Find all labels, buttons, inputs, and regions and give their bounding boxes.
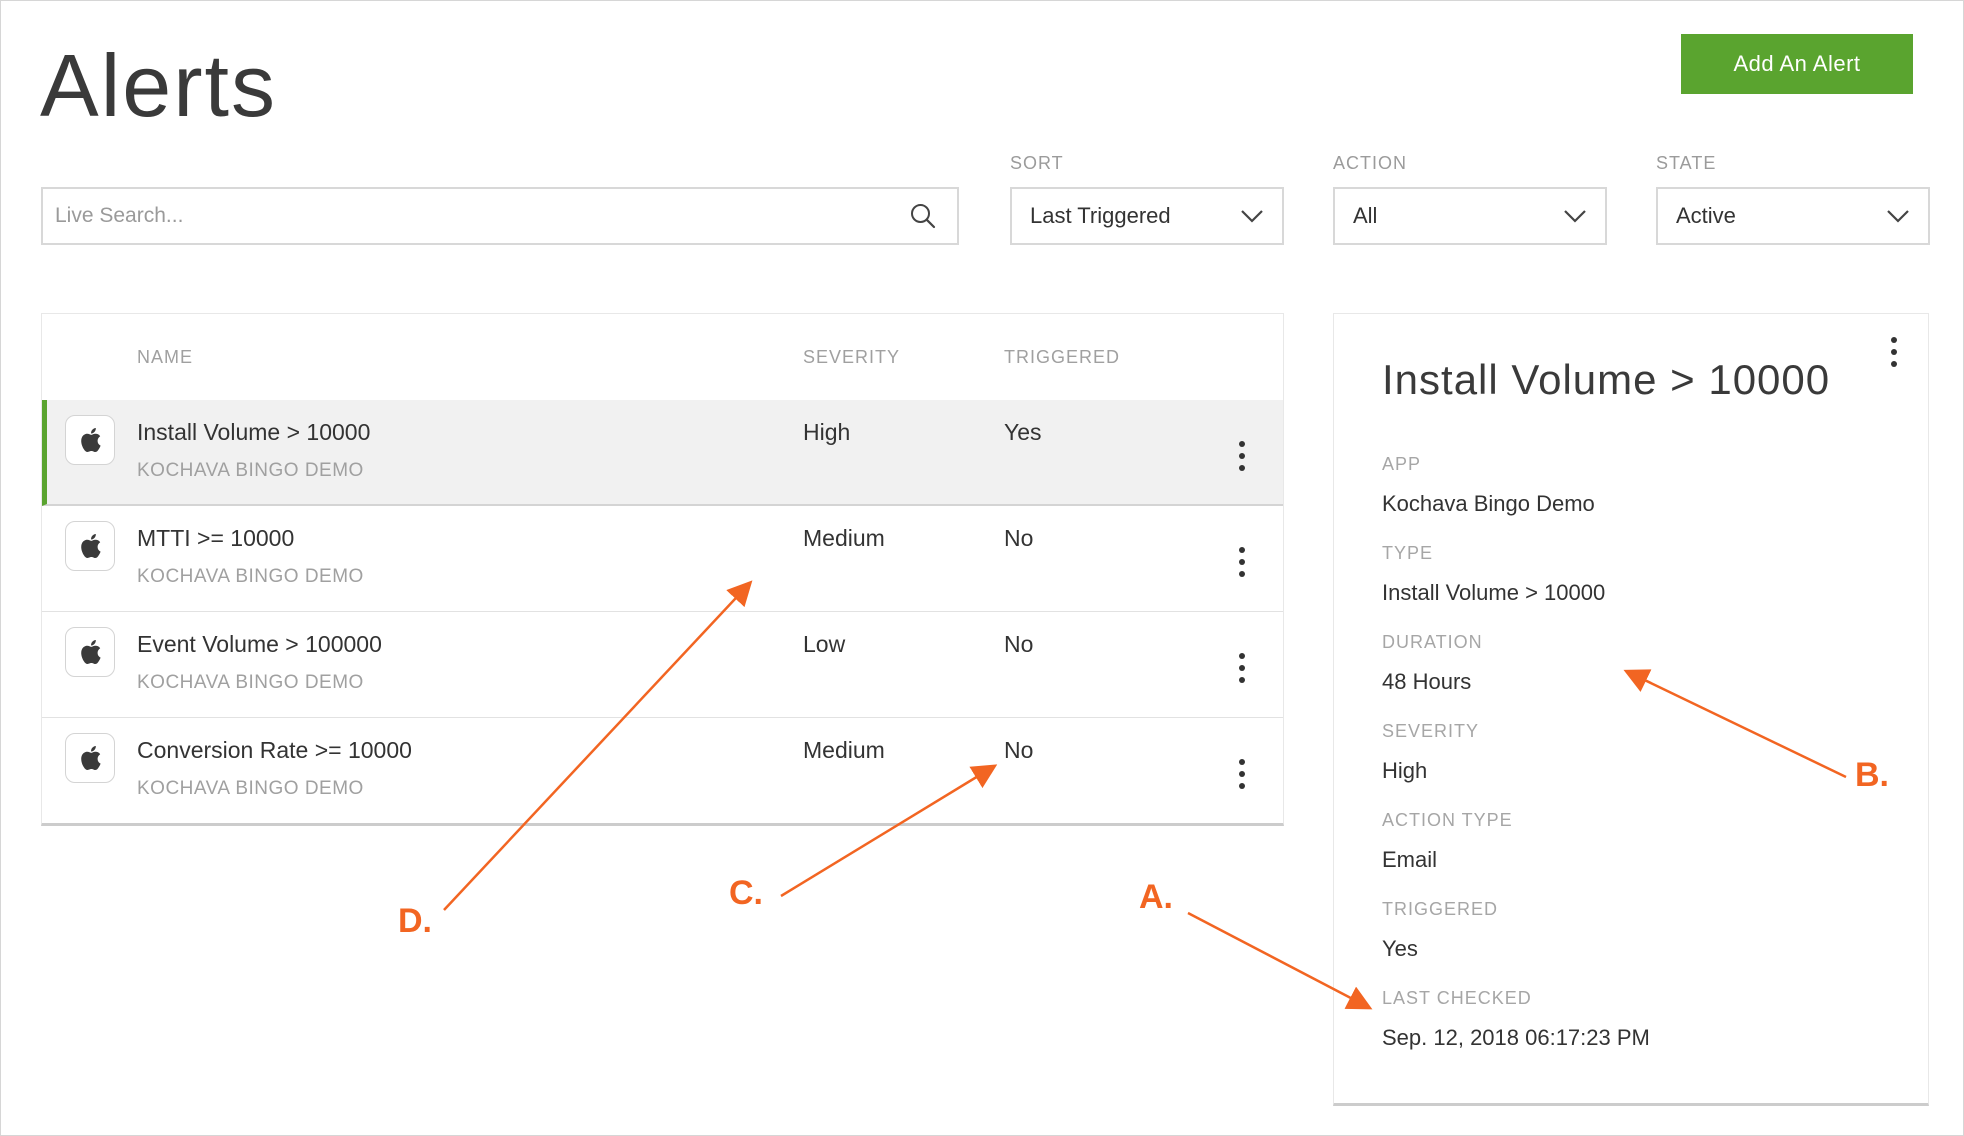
annotation-arrow-d <box>443 580 753 911</box>
annotation-arrow-b <box>1623 669 1847 779</box>
annotation-arrows <box>443 580 1847 1010</box>
annotation-arrow-a <box>1187 911 1373 1010</box>
annotation-marker-a: A. <box>1139 878 1173 916</box>
annotation-marker-b: B. <box>1855 756 1889 794</box>
annotation-arrow-c <box>780 764 998 898</box>
annotation-marker-c: C. <box>729 874 763 912</box>
annotation-marker-d: D. <box>398 902 432 940</box>
